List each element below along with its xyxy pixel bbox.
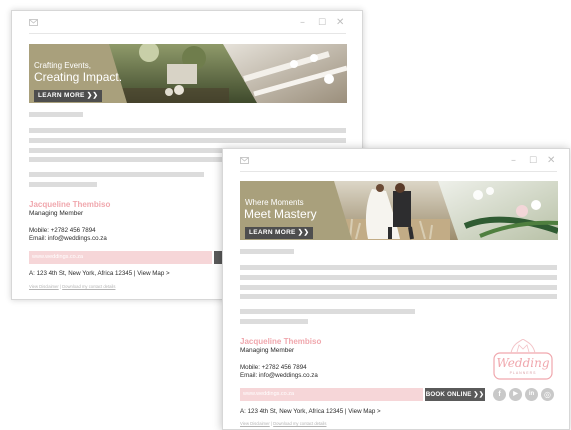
youtube-icon[interactable]: ▶ <box>509 388 522 401</box>
placeholder-line <box>240 309 415 314</box>
view-disclaimer-link[interactable]: View Disclaimer <box>29 284 59 289</box>
email-window-front: – ☐ ✕ Where Moments Meet Mastery LEARN M… <box>222 148 570 430</box>
facebook-icon[interactable]: f <box>493 388 506 401</box>
signature-email[interactable]: Email: info@weddings.co.za <box>29 235 107 243</box>
logo-wordmark: Wedding <box>496 356 550 370</box>
placeholder-line <box>240 294 557 299</box>
mail-icon <box>240 157 249 164</box>
placeholder-line <box>240 249 294 254</box>
footer-links: View Disclaimer | Download my contact de… <box>240 421 326 426</box>
signature-mobile: Mobile: +2782 456 7894 <box>29 227 96 234</box>
signature-address[interactable]: A: 123 4th St, New York, Africa 12345 | … <box>240 408 381 415</box>
download-contact-link[interactable]: Download my contact details <box>62 284 115 289</box>
signature-mobile: Mobile: +2782 456 7894 <box>240 364 307 371</box>
learn-more-button[interactable]: LEARN MORE ❯❯ <box>245 227 314 239</box>
signature-name: Jacqueline Thembiso <box>240 337 322 346</box>
signature-address[interactable]: A: 123 4th St, New York, Africa 12345 | … <box>29 270 170 277</box>
placeholder-line <box>29 112 83 117</box>
signature-email[interactable]: Email: info@weddings.co.za <box>240 372 318 380</box>
banner-heading-line2: Creating Impact. <box>34 70 123 84</box>
placeholder-line <box>240 319 308 324</box>
download-contact-link[interactable]: Download my contact details <box>273 421 326 426</box>
footer-separator: | <box>59 284 61 289</box>
minimize-button[interactable]: – <box>511 156 516 166</box>
maximize-button[interactable]: ☐ <box>318 18 326 28</box>
placeholder-line <box>29 182 97 187</box>
promo-banner: Crafting Events, Creating Impact. LEARN … <box>29 44 347 103</box>
view-disclaimer-link[interactable]: View Disclaimer <box>240 421 270 426</box>
close-button[interactable]: ✕ <box>547 156 555 166</box>
minimize-button[interactable]: – <box>300 18 305 28</box>
banner-heading-line2: Meet Mastery <box>244 207 317 221</box>
banner-heading-line1: Where Moments <box>245 198 304 207</box>
website-link-bar[interactable]: www.weddings.co.za <box>240 388 423 401</box>
close-button[interactable]: ✕ <box>336 18 344 28</box>
maximize-button[interactable]: ☐ <box>529 156 537 166</box>
placeholder-line <box>29 128 346 133</box>
placeholder-line <box>29 172 204 177</box>
header-divider <box>240 171 557 172</box>
placeholder-line <box>240 285 557 290</box>
mail-icon <box>29 19 38 26</box>
placeholder-line <box>240 265 557 270</box>
footer-separator: | <box>270 421 272 426</box>
header-divider <box>29 33 346 34</box>
promo-banner: Where Moments Meet Mastery LEARN MORE ❯❯ <box>240 181 558 240</box>
instagram-icon[interactable]: ◎ <box>541 388 554 401</box>
signature-title: Managing Member <box>29 210 84 217</box>
website-link-bar[interactable]: www.weddings.co.za <box>29 251 212 264</box>
signature-name: Jacqueline Thembiso <box>29 200 111 209</box>
linkedin-icon[interactable]: in <box>525 388 538 401</box>
banner-heading-line1: Crafting Events, <box>34 61 91 70</box>
logo-subtext: PLANNERS <box>509 371 537 375</box>
footer-links: View Disclaimer | Download my contact de… <box>29 284 115 289</box>
signature-title: Managing Member <box>240 347 295 354</box>
placeholder-line <box>29 138 346 143</box>
learn-more-button[interactable]: LEARN MORE ❯❯ <box>34 90 103 102</box>
wedding-planners-logo: Wedding PLANNERS <box>491 338 555 381</box>
book-online-button[interactable]: BOOK ONLINE ❯❯ <box>425 388 485 401</box>
placeholder-line <box>240 275 557 280</box>
